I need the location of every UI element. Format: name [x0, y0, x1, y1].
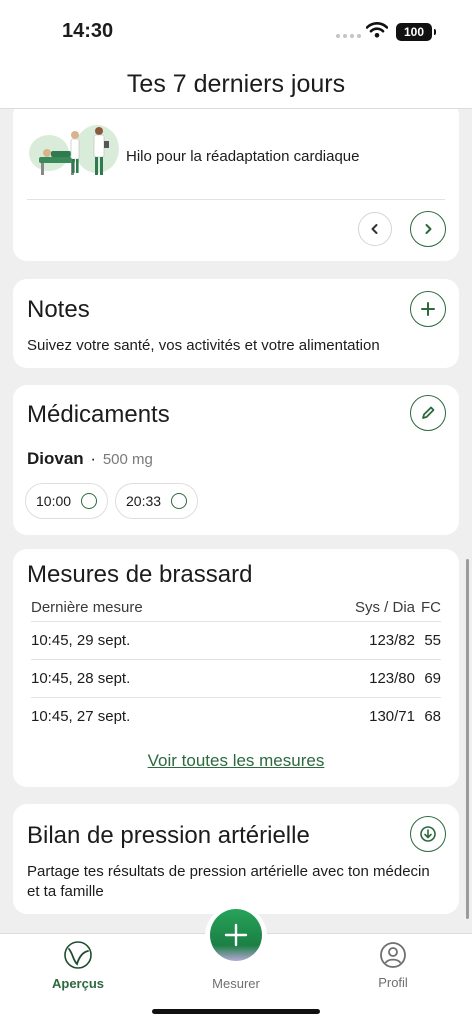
- measure-button[interactable]: [210, 909, 262, 961]
- cuff-measurements-card: Mesures de brassard Dernière mesure Sys …: [13, 549, 459, 787]
- dose-time-pill[interactable]: 10:00: [25, 483, 109, 519]
- home-indicator: [152, 1009, 320, 1014]
- medication-dose: 500 mg: [102, 451, 153, 468]
- dose-check-circle-icon[interactable]: [171, 493, 188, 509]
- edit-medications-button[interactable]: [410, 395, 446, 431]
- add-note-button[interactable]: [410, 291, 446, 327]
- tab-overview-label: Aperçus: [51, 976, 105, 991]
- measure-heart-rate: 69: [424, 670, 441, 687]
- notes-description: Suivez votre santé, vos activités et vot…: [27, 337, 380, 354]
- medications-card[interactable]: Médicaments Diovan · 500 mg 10:00 20:33: [13, 385, 459, 535]
- col-heart-rate: FC: [421, 599, 441, 616]
- measure-sys-dia: 123/80: [369, 670, 415, 687]
- measure-heart-rate: 55: [424, 632, 441, 649]
- cardiac-rehab-illustration: [29, 125, 119, 175]
- notes-title: Notes: [27, 296, 90, 323]
- scrollbar[interactable]: [466, 559, 469, 919]
- cuff-title: Mesures de brassard: [27, 561, 253, 588]
- dose-time-pill[interactable]: 20:33: [115, 483, 199, 519]
- medication-separator: ·: [90, 449, 97, 468]
- page-title: Tes 7 derniers jours: [126, 70, 346, 98]
- notes-card[interactable]: Notes Suivez votre santé, vos activités …: [13, 279, 459, 368]
- carousel-next-button[interactable]: [410, 211, 446, 247]
- plus-icon: [421, 302, 435, 316]
- overview-leaf-icon: [64, 941, 92, 969]
- download-icon: [420, 826, 436, 842]
- measure-date: 10:45, 29 sept.: [31, 632, 131, 649]
- chevron-right-icon: [425, 224, 432, 234]
- see-all-measures-link[interactable]: Voir toutes les mesures: [13, 751, 459, 771]
- download-report-button[interactable]: [410, 816, 446, 852]
- col-last-measure: Dernière mesure: [31, 599, 143, 616]
- bp-report-card[interactable]: Bilan de pression artérielle Partage tes…: [13, 804, 459, 914]
- promo-card-divider: [27, 199, 445, 200]
- plus-icon: [224, 923, 248, 947]
- measure-sys-dia: 130/71: [369, 708, 415, 725]
- dose-check-circle-icon[interactable]: [81, 493, 98, 509]
- table-row[interactable]: 10:45, 29 sept. 123/82 55: [31, 621, 441, 659]
- bp-report-title: Bilan de pression artérielle: [27, 822, 310, 849]
- measure-heart-rate: 68: [424, 708, 441, 725]
- pencil-icon: [422, 406, 435, 419]
- battery-icon: 100: [396, 23, 436, 41]
- measure-date: 10:45, 28 sept.: [31, 670, 131, 687]
- cellular-signal-icon: [336, 34, 361, 38]
- measure-sys-dia: 123/82: [369, 632, 415, 649]
- promo-card-text[interactable]: Hilo pour la réadaptation cardiaque: [126, 147, 360, 167]
- status-time: 14:30: [62, 20, 114, 42]
- medication-name: Diovan: [27, 449, 84, 468]
- medication-row: Diovan · 500 mg: [27, 449, 153, 469]
- bp-report-description: Partage tes résultats de pression artéri…: [27, 863, 430, 900]
- measure-fab-wrapper: [205, 905, 267, 967]
- medications-title: Médicaments: [27, 401, 170, 428]
- dose-time: 10:00: [36, 493, 72, 509]
- wifi-icon: [366, 22, 388, 38]
- chevron-left-icon: [371, 224, 378, 234]
- status-bar: 14:30 100: [0, 0, 472, 62]
- carousel-previous-button[interactable]: [358, 212, 392, 246]
- dose-time: 20:33: [126, 493, 162, 509]
- tab-measure-label: Mesurer: [212, 976, 260, 991]
- tab-overview[interactable]: Aperçus: [28, 938, 128, 991]
- tab-profile[interactable]: Profil: [343, 938, 443, 990]
- table-row[interactable]: 10:45, 27 sept. 130/71 68: [31, 697, 441, 735]
- promo-card: Hilo pour la réadaptation cardiaque: [13, 109, 459, 261]
- tab-profile-label: Profil: [378, 975, 408, 990]
- col-sys-dia: Sys / Dia: [354, 599, 415, 616]
- table-row[interactable]: 10:45, 28 sept. 123/80 69: [31, 659, 441, 697]
- profile-icon: [380, 942, 406, 968]
- measure-date: 10:45, 27 sept.: [31, 708, 131, 725]
- table-header: Dernière mesure Sys / Dia FC: [31, 599, 441, 619]
- overview-scroll-area[interactable]: Hilo pour la réadaptation cardiaque Note…: [0, 109, 472, 933]
